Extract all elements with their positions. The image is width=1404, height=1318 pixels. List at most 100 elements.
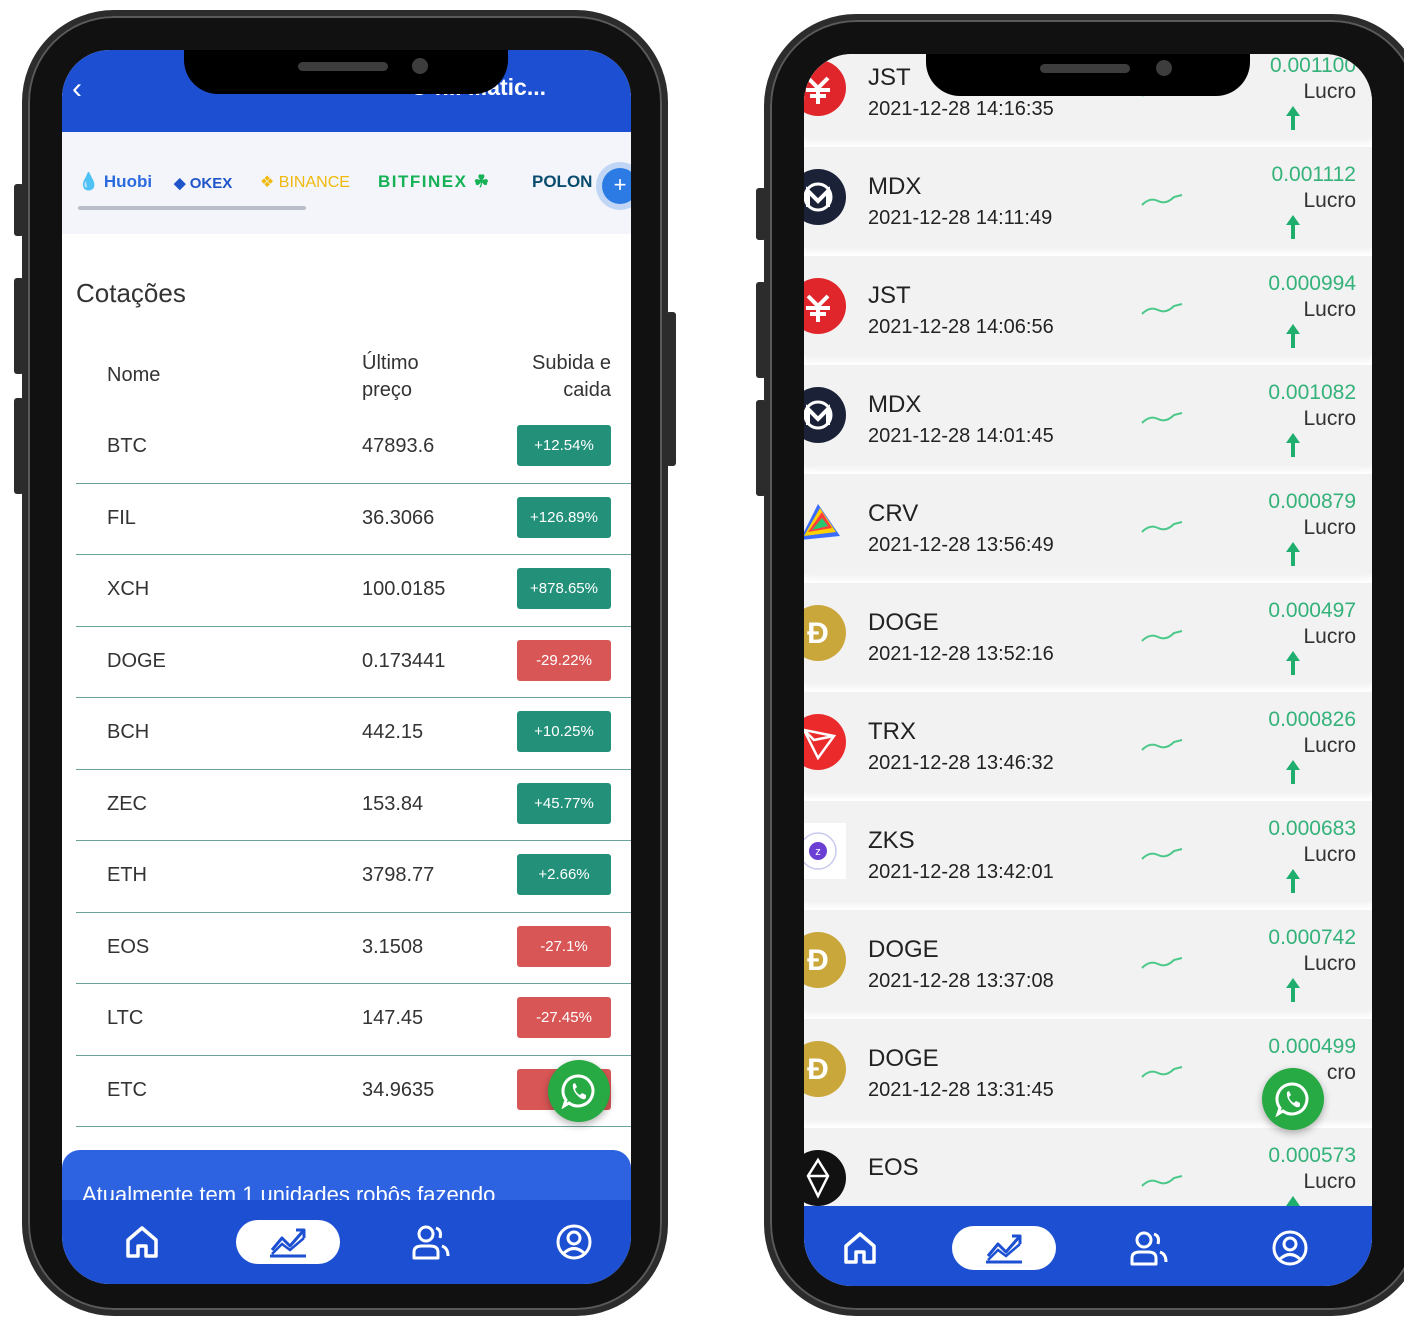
tab-bitfinex[interactable]: BITFINEX ☘: [378, 172, 490, 192]
jst-icon: [804, 60, 846, 116]
whatsapp-button-left[interactable]: [548, 1060, 610, 1122]
coin-price: 0.173441: [362, 649, 446, 672]
trade-profit: 0.000573: [1268, 1144, 1356, 1167]
coin-price: 3798.77: [362, 864, 435, 886]
quote-row[interactable]: XCH 100.0185 +878.65%: [76, 555, 631, 627]
doge-icon: Ð: [804, 605, 846, 661]
sparkline-icon: [1141, 303, 1183, 315]
bottom-nav: [62, 1200, 631, 1284]
trade-time: 2021-12-28 14:16:35: [868, 98, 1054, 120]
sparkline-icon: [1141, 739, 1183, 751]
trade-profit: 0.000499: [1268, 1035, 1356, 1058]
doge-icon: Ð: [804, 1041, 846, 1097]
phone-notch-right: [926, 54, 1250, 96]
phone-mute-button-right: [756, 188, 766, 240]
phone-volume-down-button-right: [756, 400, 766, 496]
coin-name: DOGE: [107, 649, 166, 672]
trade-row[interactable]: Ð DOGE 2021-12-28 13:37:08 0.000742 Lucro: [804, 910, 1372, 1010]
change-badge: -27.45%: [517, 997, 611, 1038]
trade-time: 2021-12-28 13:37:08: [868, 970, 1054, 992]
jst-icon: [804, 278, 846, 334]
change-badge: +878.65%: [517, 568, 611, 609]
quotes-table: Nome Último preço Subida e caida BTC 4789…: [76, 340, 631, 1127]
trade-row[interactable]: CRV 2021-12-28 13:56:49 0.000879 Lucro: [804, 474, 1372, 574]
trade-profit: 0.000742: [1268, 926, 1356, 949]
trade-symbol: DOGE: [868, 1045, 939, 1072]
arrow-up-icon: [1286, 760, 1300, 784]
svg-text:Ð: Ð: [807, 617, 829, 650]
quote-row[interactable]: ETH 3798.77 +2.66%: [76, 841, 631, 913]
home-icon[interactable]: [840, 1228, 880, 1268]
trade-profit-label: Lucro: [1303, 1170, 1356, 1193]
coin-name: ETH: [107, 864, 147, 886]
trade-profit: 0.000879: [1268, 490, 1356, 513]
header-name: Nome: [107, 364, 161, 386]
trade-symbol: DOGE: [868, 936, 939, 963]
trade-time: 2021-12-28 13:52:16: [868, 643, 1054, 665]
trade-profit-label: Lucro: [1303, 298, 1356, 321]
coin-name: XCH: [107, 578, 150, 600]
users-icon[interactable]: [1128, 1228, 1168, 1268]
home-icon[interactable]: [122, 1222, 162, 1262]
trade-row[interactable]: MDX 2021-12-28 14:11:49 0.001112 Lucro: [804, 147, 1372, 247]
change-badge: +12.54%: [517, 425, 611, 466]
crv-icon: [804, 496, 846, 552]
coin-price: 47893.6: [362, 435, 435, 457]
chart-icon: [270, 1228, 306, 1258]
users-icon[interactable]: [410, 1222, 450, 1262]
trade-time: 2021-12-28 13:56:49: [868, 534, 1054, 556]
quote-row[interactable]: FIL 36.3066 +126.89%: [76, 484, 631, 555]
trx-icon: [804, 714, 846, 770]
quote-row[interactable]: EOS 3.1508 -27.1%: [76, 913, 631, 984]
trade-row[interactable]: z ZKS 2021-12-28 13:42:01 0.000683 Lucro: [804, 801, 1372, 901]
svg-text:z: z: [815, 846, 821, 858]
trade-row[interactable]: TRX 2021-12-28 13:46:32 0.000826 Lucro: [804, 692, 1372, 792]
trade-profit-label: Lucro: [1303, 843, 1356, 866]
back-icon[interactable]: ‹: [72, 72, 82, 106]
tab-okex[interactable]: ◆ OKEX: [174, 174, 232, 192]
exchange-tabs: 💧 Huobi ◆ OKEX ❖ BINANCE BITFINEX ☘ POLO…: [62, 132, 631, 234]
nav-chart-tab[interactable]: [236, 1220, 340, 1264]
quote-row[interactable]: ZEC 153.84 +45.77%: [76, 770, 631, 841]
quote-row[interactable]: DOGE 0.173441 -29.22%: [76, 627, 631, 698]
tab-poloniex[interactable]: POLON: [532, 172, 592, 192]
arrow-up-icon: [1286, 869, 1300, 893]
trade-profit-label: Lucro: [1303, 80, 1356, 103]
trade-profit-label: Lucro: [1303, 189, 1356, 212]
profile-icon[interactable]: [554, 1222, 594, 1262]
mdx-icon: [804, 387, 846, 443]
whatsapp-button-right[interactable]: [1262, 1068, 1324, 1130]
trade-profit-label: Lucro: [1303, 407, 1356, 430]
trade-row[interactable]: JST 2021-12-28 14:06:56 0.000994 Lucro: [804, 256, 1372, 356]
trade-symbol: CRV: [868, 500, 919, 527]
trade-time: 2021-12-28 13:42:01: [868, 861, 1054, 883]
tab-binance[interactable]: ❖ BINANCE: [260, 172, 350, 192]
trade-profit-label: Lucro: [1303, 734, 1356, 757]
trade-symbol: ZKS: [868, 827, 915, 854]
nav-chart-tab[interactable]: [952, 1226, 1056, 1270]
coin-name: BTC: [107, 435, 147, 457]
coin-price: 100.0185: [362, 578, 446, 600]
add-exchange-button[interactable]: +: [602, 168, 631, 204]
sparkline-icon: [1141, 957, 1183, 969]
trade-profit: 0.001100: [1269, 54, 1356, 77]
trade-row[interactable]: MDX 2021-12-28 14:01:45 0.001082 Lucro: [804, 365, 1372, 465]
eos-icon: [804, 1150, 846, 1206]
svg-text:Ð: Ð: [807, 944, 829, 977]
trade-profit: 0.000994: [1268, 272, 1356, 295]
whatsapp-icon: [561, 1074, 595, 1109]
change-badge: -29.22%: [517, 639, 611, 681]
coin-name: ETC: [107, 1078, 147, 1101]
quotes-table-header: Nome Último preço Subida e caida: [76, 340, 631, 412]
trade-profit: 0.000683: [1268, 817, 1356, 840]
tab-huobi[interactable]: 💧 Huobi: [78, 172, 152, 192]
quote-row[interactable]: LTC 147.45 -27.45%: [76, 984, 631, 1056]
quote-row[interactable]: BCH 442.15 +10.25%: [76, 698, 631, 770]
arrow-up-icon: [1286, 215, 1300, 239]
trade-row[interactable]: Ð DOGE 2021-12-28 13:52:16 0.000497 Lucro: [804, 583, 1372, 683]
coin-price: 36.3066: [362, 506, 435, 529]
header-price: Último preço: [362, 352, 419, 401]
quote-row[interactable]: BTC 47893.6 +12.54%: [76, 412, 631, 484]
change-badge: +126.89%: [517, 496, 611, 538]
profile-icon[interactable]: [1270, 1228, 1310, 1268]
